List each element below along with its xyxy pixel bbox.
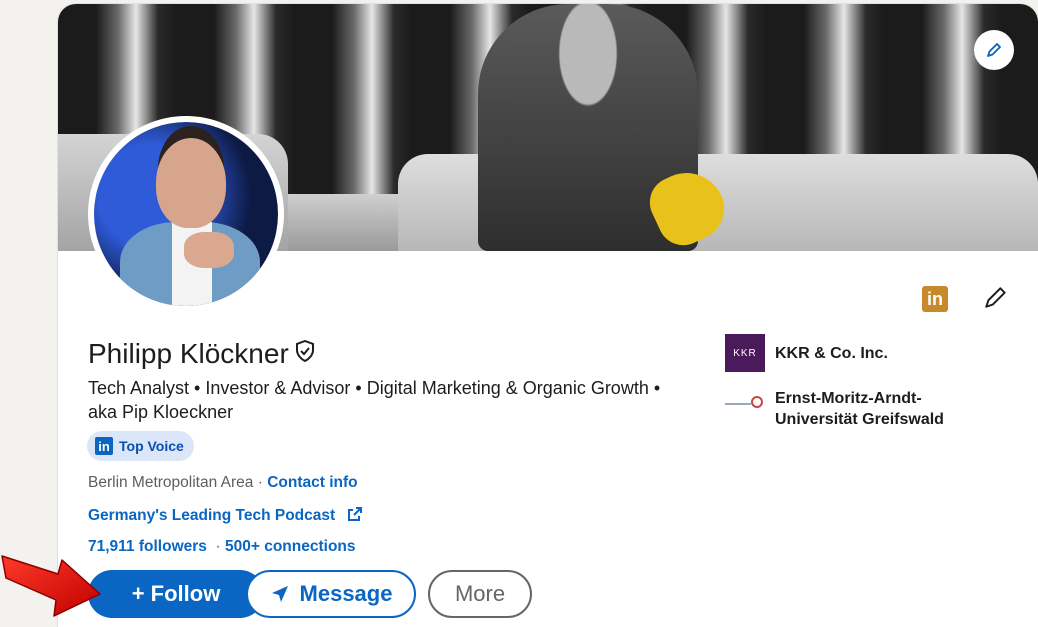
- org-name-kkr: KKR & Co. Inc.: [775, 345, 888, 362]
- top-voice-label: Top Voice: [119, 438, 184, 454]
- pencil-icon: [985, 287, 1006, 308]
- paper-plane-icon: [271, 586, 288, 602]
- org-item-kkr[interactable]: KKR KKR & Co. Inc.: [725, 334, 888, 372]
- followers-link[interactable]: 71,911 followers: [88, 538, 207, 555]
- org-item-university[interactable]: Ernst-Moritz-Arndt- Universität Greifswa…: [725, 388, 944, 430]
- org-name-university-line1: Ernst-Moritz-Arndt-: [775, 390, 922, 407]
- message-button[interactable]: Message: [246, 570, 416, 618]
- kkr-logo: KKR: [725, 334, 765, 372]
- linkedin-icon: in: [95, 437, 113, 455]
- profile-card: in Philipp Klöckner Tech Analyst • Inves…: [58, 4, 1038, 627]
- more-button[interactable]: More: [428, 570, 532, 618]
- org-name-university: Ernst-Moritz-Arndt- Universität Greifswa…: [775, 388, 944, 430]
- org-name-university-line2: Universität Greifswald: [775, 411, 944, 428]
- avatar-head: [156, 138, 226, 228]
- university-logo-ring: [751, 396, 763, 408]
- follow-button[interactable]: + Follow: [88, 570, 264, 618]
- red-arrow-annotation: [1, 555, 101, 617]
- university-logo: [725, 394, 765, 414]
- network-line: 71,911 followers · 500+ connections: [88, 538, 356, 556]
- profile-name: Philipp Klöckner: [88, 338, 315, 370]
- message-label: Message: [299, 581, 393, 606]
- contact-info-link[interactable]: Contact info: [267, 474, 357, 491]
- pencil-icon: [987, 43, 1001, 57]
- banner-edit-button[interactable]: [974, 30, 1014, 70]
- university-logo-bar: [725, 403, 751, 405]
- website-line: Germany's Leading Tech Podcast: [88, 506, 363, 525]
- profile-name-text: Philipp Klöckner: [88, 338, 289, 369]
- linkedin-icon[interactable]: in: [922, 286, 948, 312]
- connections-link[interactable]: 500+ connections: [225, 538, 356, 555]
- top-voice-badge[interactable]: in Top Voice: [87, 431, 194, 461]
- avatar-photo: [94, 122, 278, 306]
- avatar[interactable]: [88, 116, 284, 312]
- avatar-hand: [184, 232, 234, 268]
- shield-check-icon[interactable]: [295, 340, 315, 362]
- location-text: Berlin Metropolitan Area: [88, 474, 254, 491]
- edit-profile-button[interactable]: [981, 282, 1011, 312]
- website-link[interactable]: Germany's Leading Tech Podcast: [88, 507, 335, 524]
- location-separator: ·: [253, 474, 268, 491]
- external-link-icon[interactable]: [347, 506, 363, 522]
- profile-headline: Tech Analyst • Investor & Advisor • Digi…: [88, 378, 661, 422]
- location-line: Berlin Metropolitan Area · Contact info: [88, 474, 358, 492]
- network-separator: ·: [206, 538, 225, 555]
